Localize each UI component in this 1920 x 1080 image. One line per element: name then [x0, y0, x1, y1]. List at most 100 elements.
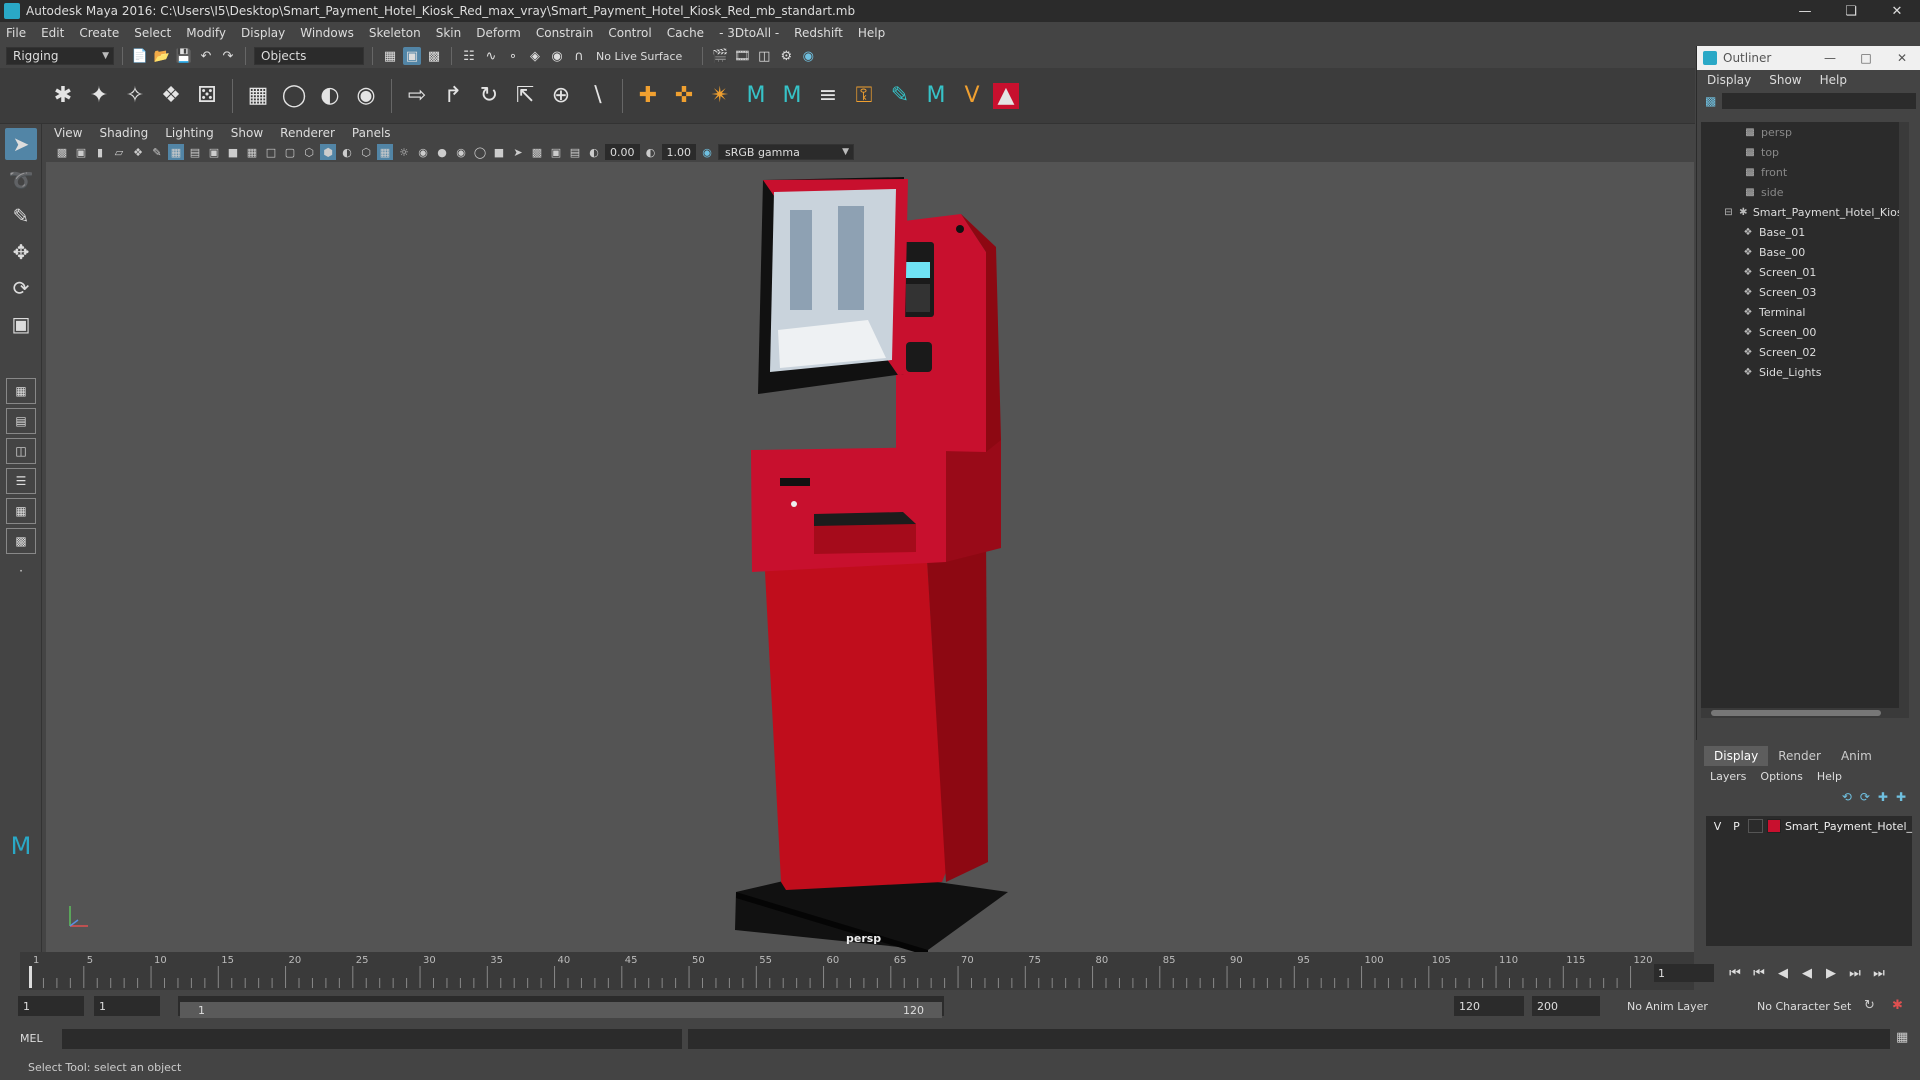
anim-layer-dropdown[interactable]: No Anim Layer	[1622, 996, 1742, 1016]
paint-select-tool-icon[interactable]: ✎	[5, 200, 37, 232]
viewport-menu-panels[interactable]: Panels	[352, 126, 391, 140]
safe-title-icon[interactable]: ▢	[282, 144, 298, 160]
menu-redshift[interactable]: Redshift	[794, 26, 843, 40]
viewport-menu-lighting[interactable]: Lighting	[165, 126, 214, 140]
new-layer-icon[interactable]: ✚	[1878, 790, 1888, 804]
xray-joints-icon[interactable]: ▤	[567, 144, 583, 160]
outliner-item-base-01[interactable]: ❖ Base_01	[1701, 222, 1909, 242]
maya-m3-icon[interactable]: M	[921, 81, 951, 111]
grease-pencil-icon[interactable]: ✎	[149, 144, 165, 160]
set-driven-key-icon[interactable]: ✜	[669, 81, 699, 111]
create-joints-icon[interactable]: ✱	[48, 81, 78, 111]
menu-skin[interactable]: Skin	[436, 26, 462, 40]
restore-button[interactable]: ❏	[1828, 0, 1874, 22]
lattice-icon[interactable]: ◐	[315, 81, 345, 111]
field-chart-icon[interactable]: ▦	[244, 144, 260, 160]
go-to-end-icon[interactable]: ⏭	[1868, 966, 1890, 981]
magnet-icon[interactable]: ∩	[570, 47, 588, 65]
layer-color-swatch[interactable]	[1767, 819, 1781, 833]
live-surface-label[interactable]: No Live Surface	[596, 50, 682, 63]
step-forward-key-icon[interactable]: ⏭	[1844, 966, 1866, 981]
character-set-dropdown[interactable]: No Character Set	[1752, 996, 1864, 1016]
minimize-button[interactable]: —	[1782, 0, 1828, 22]
outliner-menu-display[interactable]: Display	[1707, 73, 1751, 87]
bind-skin-icon[interactable]: ▦	[243, 81, 273, 111]
outliner-item-persp[interactable]: ▩ persp	[1701, 122, 1909, 142]
outliner-search-input[interactable]	[1722, 93, 1916, 109]
ambient-occlusion-icon[interactable]: ●	[434, 144, 450, 160]
outliner-menu-help[interactable]: Help	[1820, 73, 1847, 87]
outliner-item-root[interactable]: ⊟ ✱ Smart_Payment_Hotel_Kiosk	[1701, 202, 1909, 222]
outliner-scroll-thumb[interactable]	[1711, 710, 1881, 716]
menu-modify[interactable]: Modify	[186, 26, 226, 40]
range-slider-track[interactable]: 1 120	[178, 996, 944, 1018]
menu-display[interactable]: Display	[241, 26, 285, 40]
move-tool-icon[interactable]: ✥	[5, 236, 37, 268]
outliner-layout-icon[interactable]: ☰	[6, 468, 36, 494]
outliner-vertical-scrollbar[interactable]	[1899, 122, 1909, 718]
menu-help[interactable]: Help	[858, 26, 885, 40]
color-space-dropdown[interactable]: sRGB gamma ▼	[718, 144, 854, 160]
outliner-filter-icon[interactable]: ▩	[1705, 94, 1716, 108]
graph-layout-icon[interactable]: ▦	[6, 498, 36, 524]
bookmark-icon[interactable]: ▮	[92, 144, 108, 160]
layer-visibility-toggle[interactable]: V	[1710, 820, 1725, 833]
camera-attributes-icon[interactable]: ▣	[73, 144, 89, 160]
textured-icon[interactable]: ▦	[377, 144, 393, 160]
outliner-item-screen-00[interactable]: ❖ Screen_00	[1701, 322, 1909, 342]
step-back-frame-icon[interactable]: ◀	[1772, 966, 1794, 981]
camera-select-icon[interactable]: ▩	[54, 144, 70, 160]
snap-surface-icon[interactable]: ◉	[548, 47, 566, 65]
range-slider-thumb[interactable]: 1 120	[180, 1002, 942, 1018]
outliner-maximize-button[interactable]: □	[1848, 46, 1884, 70]
vertex-icon[interactable]: V	[957, 81, 987, 111]
outliner-horizontal-scrollbar[interactable]	[1701, 708, 1909, 718]
current-frame-field[interactable]: 1	[1654, 964, 1714, 982]
select-hierarchy-icon[interactable]: ▦	[381, 47, 399, 65]
menu-file[interactable]: File	[6, 26, 26, 40]
tab-render[interactable]: Render	[1768, 746, 1831, 766]
color-management-icon[interactable]: ◉	[699, 144, 715, 160]
viewport-menu-shading[interactable]: Shading	[99, 126, 148, 140]
single-view-layout-icon[interactable]: ▦	[6, 378, 36, 404]
film-gate-icon[interactable]: ▤	[187, 144, 203, 160]
close-button[interactable]: ✕	[1874, 0, 1920, 22]
use-lights-icon[interactable]: ☼	[396, 144, 412, 160]
grid-toggle-icon[interactable]: ▦	[168, 144, 184, 160]
outliner-item-screen-03[interactable]: ❖ Screen_03	[1701, 282, 1909, 302]
script-editor-icon[interactable]: ▦	[1896, 1030, 1908, 1045]
insert-joint-icon[interactable]: ✦	[84, 81, 114, 111]
xray-active-icon[interactable]: ▣	[548, 144, 564, 160]
outliner-item-side-lights[interactable]: ❖ Side_Lights	[1701, 362, 1909, 382]
safe-action-icon[interactable]: □	[263, 144, 279, 160]
render-frame-icon[interactable]: 🎬	[711, 47, 729, 65]
2d-pan-icon[interactable]: ❖	[130, 144, 146, 160]
hik-icon[interactable]: ✴	[705, 81, 735, 111]
move-layer-down-icon[interactable]: ⟳	[1860, 790, 1870, 804]
layers-menu-options[interactable]: Options	[1760, 770, 1802, 783]
pole-vector-icon[interactable]: ∖	[582, 81, 612, 111]
layer-playback-toggle[interactable]: P	[1729, 820, 1744, 833]
outliner-minimize-button[interactable]: —	[1812, 46, 1848, 70]
menu-select[interactable]: Select	[134, 26, 171, 40]
orient-constraint-icon[interactable]: ↻	[474, 81, 504, 111]
four-view-layout-icon[interactable]: ▤	[6, 408, 36, 434]
depth-of-field-icon[interactable]: ■	[491, 144, 507, 160]
layer-display-type[interactable]	[1747, 819, 1764, 833]
command-language-label[interactable]: MEL	[20, 1032, 43, 1045]
snap-view-icon[interactable]: ◈	[526, 47, 544, 65]
outliner-item-terminal[interactable]: ❖ Terminal	[1701, 302, 1909, 322]
xray-icon[interactable]: ▩	[529, 144, 545, 160]
hypershade-icon[interactable]: ◉	[799, 47, 817, 65]
selection-mode-dropdown[interactable]: Objects	[254, 47, 364, 65]
animation-start-field[interactable]: 1	[18, 996, 84, 1016]
viewport-menu-renderer[interactable]: Renderer	[280, 126, 335, 140]
orient-joint-icon[interactable]: ❖	[156, 81, 186, 111]
playback-start-field[interactable]: 1	[94, 996, 160, 1016]
aim-constraint-icon[interactable]: ↱	[438, 81, 468, 111]
outliner-close-button[interactable]: ✕	[1884, 46, 1920, 70]
auto-key-icon[interactable]: ↻	[1864, 998, 1875, 1013]
render-settings-icon[interactable]: ⚙	[777, 47, 795, 65]
smooth-shade-icon[interactable]: ⬢	[320, 144, 336, 160]
scale-constraint-icon[interactable]: ⇱	[510, 81, 540, 111]
